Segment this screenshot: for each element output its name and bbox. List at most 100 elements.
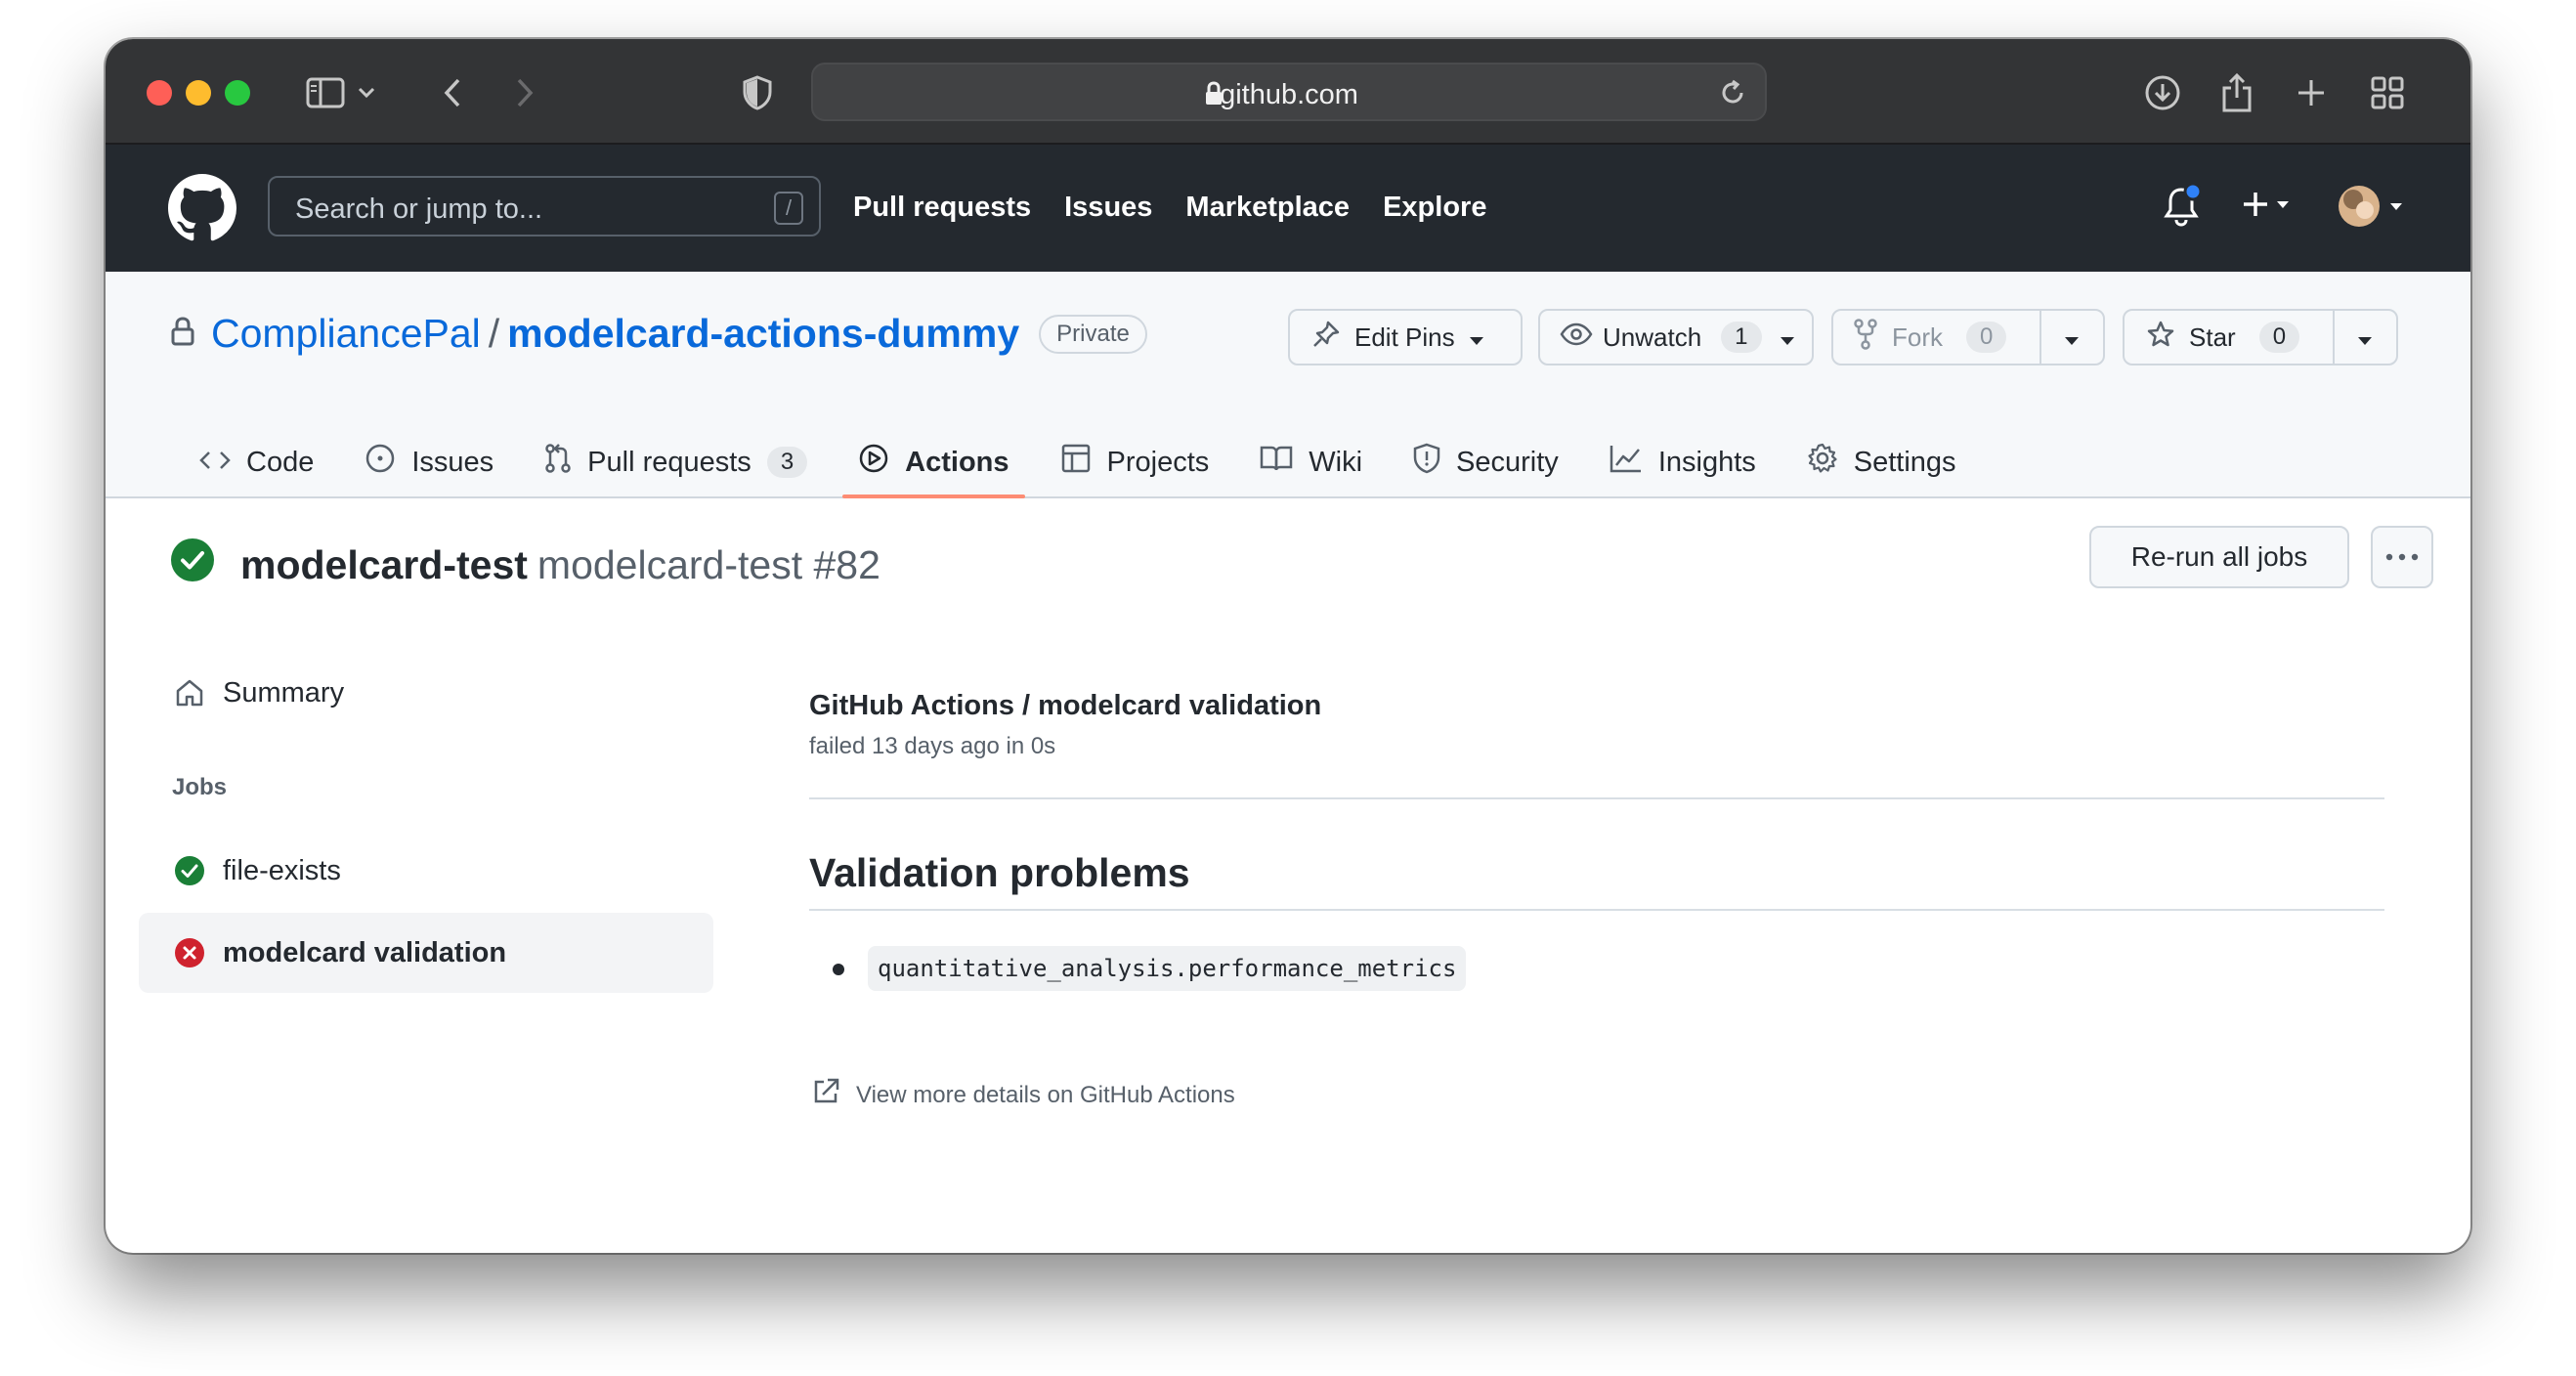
tab-projects[interactable]: Projects xyxy=(1045,426,1225,498)
tab-pull-requests[interactable]: Pull requests 3 xyxy=(529,426,823,498)
avatar[interactable] xyxy=(2338,182,2408,236)
nav-explore[interactable]: Explore xyxy=(1383,192,1486,224)
eye-icon xyxy=(1560,322,1593,353)
github-logo-icon[interactable] xyxy=(168,174,236,242)
create-new-icon[interactable] xyxy=(2242,190,2300,224)
failure-x-icon xyxy=(174,937,205,968)
shield-icon xyxy=(1413,443,1440,482)
details-link-label: View more details on GitHub Actions xyxy=(856,1081,1235,1108)
tab-label: Pull requests xyxy=(587,446,751,478)
tab-label: Projects xyxy=(1106,446,1210,478)
tab-label: Actions xyxy=(905,446,1009,478)
chevron-down-icon xyxy=(1469,322,1484,353)
section-heading: Validation problems xyxy=(809,850,1190,895)
notifications-bell-icon[interactable] xyxy=(2162,182,2203,234)
pull-request-count: 3 xyxy=(766,447,808,478)
sidebar-item-summary[interactable]: Summary xyxy=(139,653,713,733)
repo-separator: / xyxy=(488,311,500,356)
graph-icon xyxy=(1610,444,1643,481)
search-placeholder: Search or jump to... xyxy=(295,194,543,225)
repo-header: CompliancePal / modelcard-actions-dummy … xyxy=(106,272,2470,498)
search-shortcut-key: / xyxy=(774,192,803,225)
star-dropdown[interactable] xyxy=(2335,311,2396,364)
address-text: github.com xyxy=(1220,79,1358,110)
back-icon[interactable] xyxy=(428,68,477,117)
run-label: modelcard-test #82 xyxy=(537,541,880,587)
privacy-shield-icon[interactable] xyxy=(733,68,782,117)
reload-icon[interactable] xyxy=(1718,78,1747,112)
chevron-down-icon[interactable] xyxy=(352,68,381,117)
divider xyxy=(809,909,2384,911)
table-icon xyxy=(1060,443,1092,482)
fork-icon xyxy=(1853,318,1878,357)
details-link[interactable]: View more details on GitHub Actions xyxy=(811,1077,1235,1113)
tab-label: Settings xyxy=(1853,446,1956,478)
external-link-icon xyxy=(811,1077,840,1113)
forward-icon[interactable] xyxy=(500,68,549,117)
minimize-window-button[interactable] xyxy=(186,80,211,106)
nav-issues[interactable]: Issues xyxy=(1064,192,1152,224)
jobs-heading: Jobs xyxy=(172,774,228,800)
sidebar-job-file-exists[interactable]: file-exists xyxy=(139,831,713,911)
issue-icon xyxy=(365,443,396,482)
lock-icon xyxy=(170,311,195,357)
tab-actions[interactable]: Actions xyxy=(842,426,1025,498)
kebab-horizontal-icon xyxy=(2385,548,2419,566)
screenshot-stage: github.com Search or jump to... / Pull r… xyxy=(0,0,2576,1376)
share-icon[interactable] xyxy=(2212,68,2261,117)
github-header: Search or jump to... / Pull requests Iss… xyxy=(106,145,2470,272)
sidebar-toggle-icon[interactable] xyxy=(301,68,350,117)
tab-label: Wiki xyxy=(1309,446,1363,478)
tab-overview-icon[interactable] xyxy=(2363,68,2412,117)
tab-settings[interactable]: Settings xyxy=(1791,426,1972,498)
repo-owner-link[interactable]: CompliancePal xyxy=(211,311,481,357)
tab-code[interactable]: Code xyxy=(184,426,329,498)
downloads-icon[interactable] xyxy=(2138,68,2187,117)
pull-request-icon xyxy=(544,443,572,482)
star-button[interactable]: Star 0 xyxy=(2125,311,2333,364)
sidebar-job-modelcard-validation[interactable]: modelcard validation xyxy=(139,913,713,993)
edit-pins-button[interactable]: Edit Pins xyxy=(1288,309,1523,366)
check-run-status: failed 13 days ago in 0s xyxy=(809,733,1056,759)
success-check-icon xyxy=(174,855,205,886)
fork-dropdown[interactable] xyxy=(2041,311,2103,364)
pin-icon xyxy=(1311,320,1341,356)
fork-button[interactable]: Fork 0 xyxy=(1833,311,2039,364)
run-title: modelcard-test modelcard-test #82 xyxy=(170,538,880,592)
tab-wiki[interactable]: Wiki xyxy=(1244,426,1378,498)
code-icon xyxy=(199,447,231,479)
repo-name-link[interactable]: modelcard-actions-dummy xyxy=(507,311,1019,357)
browser-toolbar: github.com xyxy=(106,39,2470,145)
gear-icon xyxy=(1807,443,1838,482)
more-options-button[interactable] xyxy=(2371,526,2433,588)
fork-label: Fork xyxy=(1892,322,1943,352)
tab-insights[interactable]: Insights xyxy=(1594,426,1772,498)
fork-count: 0 xyxy=(1966,322,2007,353)
unwatch-button[interactable]: Unwatch 1 xyxy=(1538,309,1814,366)
tab-label: Code xyxy=(246,446,315,478)
repo-tabs: Code Issues Pull requests 3 Actions Proj… xyxy=(184,426,1992,498)
close-window-button[interactable] xyxy=(147,80,172,106)
tab-issues[interactable]: Issues xyxy=(349,426,509,498)
problem-code: quantitative_analysis.performance_metric… xyxy=(868,946,1467,991)
address-bar[interactable]: github.com xyxy=(811,63,1767,121)
check-run-title: GitHub Actions / modelcard validation xyxy=(809,690,1322,721)
sidebar-item-label: file-exists xyxy=(223,854,341,886)
zoom-window-button[interactable] xyxy=(225,80,250,106)
search-input[interactable]: Search or jump to... / xyxy=(268,176,821,236)
nav-pull-requests[interactable]: Pull requests xyxy=(853,192,1031,224)
new-tab-icon[interactable] xyxy=(2287,68,2336,117)
chevron-down-icon xyxy=(1780,322,1795,353)
repo-title: CompliancePal / modelcard-actions-dummy … xyxy=(170,311,1147,357)
chevron-down-icon xyxy=(2064,322,2080,353)
book-icon xyxy=(1260,445,1293,480)
success-check-icon xyxy=(170,538,215,592)
star-label: Star xyxy=(2189,322,2236,352)
play-icon xyxy=(858,443,889,482)
rerun-all-jobs-button[interactable]: Re-run all jobs xyxy=(2089,526,2349,588)
star-button-group: Star 0 xyxy=(2123,309,2398,366)
browser-window: github.com Search or jump to... / Pull r… xyxy=(106,39,2470,1253)
tab-security[interactable]: Security xyxy=(1397,426,1574,498)
edit-pins-label: Edit Pins xyxy=(1354,322,1455,352)
nav-marketplace[interactable]: Marketplace xyxy=(1185,192,1350,224)
